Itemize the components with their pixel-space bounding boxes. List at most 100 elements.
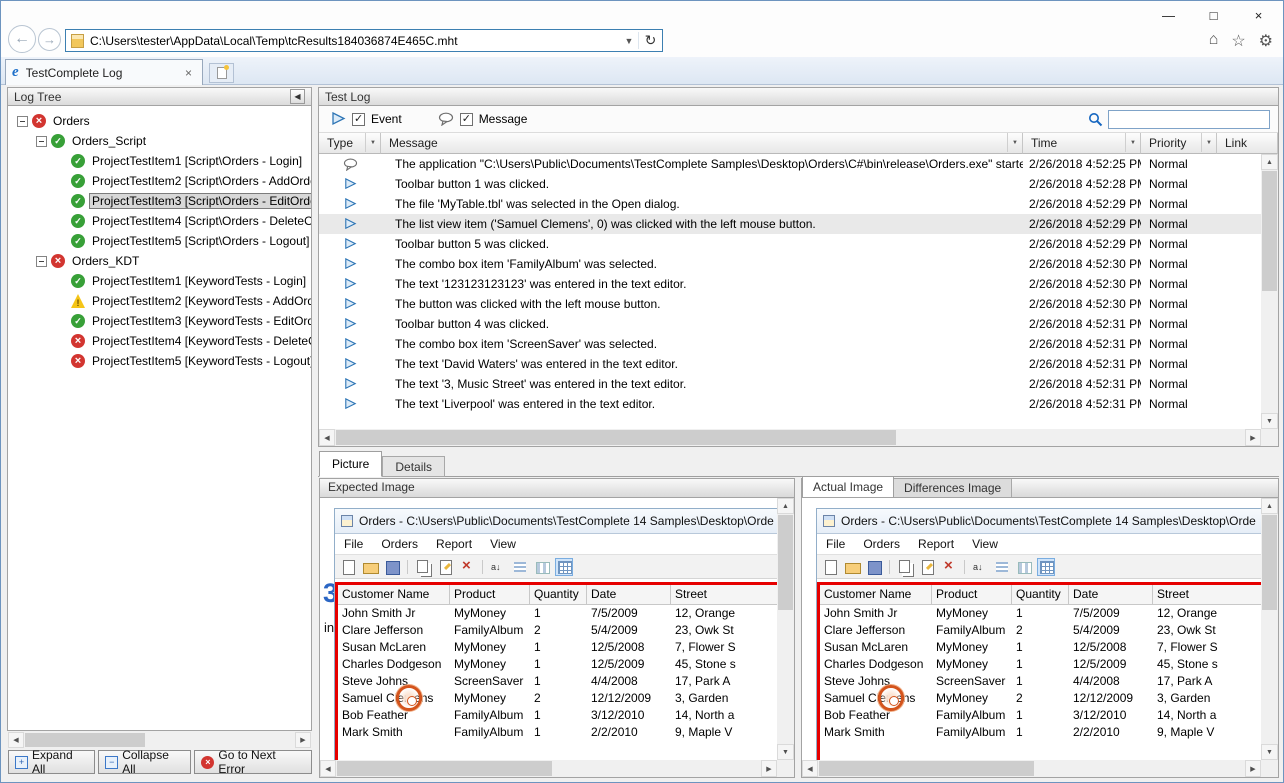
tab-actual-image[interactable]: Actual Image xyxy=(802,477,894,497)
col-date: Date xyxy=(1069,585,1153,604)
log-row[interactable]: The combo box item 'ScreenSaver' was sel… xyxy=(319,334,1261,354)
scroll-left-arrow[interactable]: ◀ xyxy=(319,429,335,446)
log-row[interactable]: The text '123123123123' was entered in t… xyxy=(319,274,1261,294)
collapse-panel-button[interactable]: ◀ xyxy=(290,89,305,104)
test-log-vscrollbar[interactable]: ▲ ▼ xyxy=(1261,154,1278,429)
tree-item[interactable]: ProjectTestItem5 [KeywordTests - Logout] xyxy=(8,351,311,371)
tree-item[interactable]: ProjectTestItem2 [KeywordTests - AddOrde… xyxy=(8,291,311,311)
collapse-all-button[interactable]: − Collapse All xyxy=(98,750,191,774)
maximize-button[interactable]: □ xyxy=(1191,2,1236,29)
test-log-hscrollbar[interactable]: ◀ ▶ xyxy=(319,429,1261,446)
expected-image-vscrollbar[interactable]: ▲ ▼ xyxy=(777,498,794,760)
log-row[interactable]: The text '3, Music Street' was entered i… xyxy=(319,374,1261,394)
actual-image-hscrollbar[interactable]: ◀ ▶ xyxy=(802,760,1261,777)
toolbar-separator xyxy=(889,560,890,574)
log-row-time: 2/26/2018 4:52:25 PM xyxy=(1023,157,1141,171)
scroll-down-arrow[interactable]: ▼ xyxy=(1261,413,1278,429)
log-row[interactable]: The file 'MyTable.tbl' was selected in t… xyxy=(319,194,1261,214)
scroll-up-arrow[interactable]: ▲ xyxy=(1261,154,1278,170)
tree-item[interactable]: Orders_Script xyxy=(8,131,311,151)
column-header-message[interactable]: Message▼ xyxy=(381,133,1023,154)
expand-all-button[interactable]: + Expand All xyxy=(8,750,95,774)
log-row[interactable]: The application "C:\Users\Public\Documen… xyxy=(319,154,1261,174)
scroll-down-arrow[interactable]: ▼ xyxy=(777,744,794,760)
scroll-right-arrow[interactable]: ▶ xyxy=(1245,429,1261,446)
log-row[interactable]: The button was clicked with the left mou… xyxy=(319,294,1261,314)
scroll-right-arrow[interactable]: ▶ xyxy=(761,760,777,777)
minimize-button[interactable]: — xyxy=(1146,2,1191,29)
log-row[interactable]: The combo box item 'FamilyAlbum' was sel… xyxy=(319,254,1261,274)
tree-expand-toggle[interactable] xyxy=(36,136,47,147)
scroll-thumb[interactable] xyxy=(337,761,552,776)
log-row[interactable]: The list view item ('Samuel Clemens', 0)… xyxy=(319,214,1261,234)
picture-grid-rows: John Smith Jr MyMoney 1 7/5/2009 12, Ora… xyxy=(820,605,1261,741)
scroll-thumb[interactable] xyxy=(1262,515,1277,610)
picture-menu-report: Report xyxy=(909,537,963,551)
filter-dropdown-icon[interactable]: ▼ xyxy=(365,133,380,152)
filter-dropdown-icon[interactable]: ▼ xyxy=(1125,133,1140,152)
home-icon[interactable]: ⌂ xyxy=(1209,31,1219,51)
tree-item[interactable]: ProjectTestItem5 [Script\Orders - Logout… xyxy=(8,231,311,251)
expected-image-hscrollbar[interactable]: ◀ ▶ xyxy=(320,760,777,777)
tab-picture[interactable]: Picture xyxy=(319,451,382,477)
back-button[interactable]: ← xyxy=(8,25,36,53)
scroll-up-arrow[interactable]: ▲ xyxy=(777,498,794,514)
scroll-thumb[interactable] xyxy=(1262,171,1277,291)
log-row[interactable]: The text 'David Waters' was entered in t… xyxy=(319,354,1261,374)
tree-item[interactable]: Orders_KDT xyxy=(8,251,311,271)
tree-item[interactable]: ProjectTestItem1 [KeywordTests - Login] xyxy=(8,271,311,291)
tab-differences-image[interactable]: Differences Image xyxy=(894,479,1012,497)
refresh-icon[interactable]: ↻ xyxy=(638,32,662,49)
tab-close-icon[interactable]: × xyxy=(181,65,196,81)
log-row[interactable]: The text 'Liverpool' was entered in the … xyxy=(319,394,1261,414)
message-filter-checkbox[interactable] xyxy=(460,113,473,126)
tree-item[interactable]: ProjectTestItem4 [KeywordTests - DeleteO… xyxy=(8,331,311,351)
scroll-down-arrow[interactable]: ▼ xyxy=(1261,744,1278,760)
address-bar[interactable]: C:\Users\tester\AppData\Local\Temp\tcRes… xyxy=(65,29,663,52)
column-header-time[interactable]: Time▼ xyxy=(1023,133,1141,154)
favorites-star-icon[interactable]: ☆ xyxy=(1231,31,1245,51)
log-tree-hscrollbar[interactable]: ◀ ▶ xyxy=(8,732,311,748)
scroll-up-arrow[interactable]: ▲ xyxy=(1261,498,1278,514)
log-row[interactable]: Toolbar button 1 was clicked. 2/26/2018 … xyxy=(319,174,1261,194)
go-to-next-error-button[interactable]: × Go to Next Error xyxy=(194,750,312,774)
column-header-type[interactable]: Type▼ xyxy=(319,133,381,154)
search-input[interactable] xyxy=(1108,110,1270,129)
event-filter-checkbox[interactable] xyxy=(352,113,365,126)
address-dropdown-icon[interactable]: ▼ xyxy=(620,36,638,46)
tree-expand-toggle[interactable] xyxy=(36,256,47,267)
tab-details[interactable]: Details xyxy=(382,456,445,477)
tree-item[interactable]: Orders xyxy=(8,111,311,131)
scroll-thumb[interactable] xyxy=(778,515,793,610)
tree-item[interactable]: ProjectTestItem1 [Script\Orders - Login] xyxy=(8,151,311,171)
filter-dropdown-icon[interactable]: ▼ xyxy=(1007,133,1022,152)
tree-item[interactable]: ProjectTestItem2 [Script\Orders - AddOrd… xyxy=(8,171,311,191)
scroll-right-arrow[interactable]: ▶ xyxy=(295,732,311,748)
tree-item[interactable]: ProjectTestItem3 [Script\Orders - EditOr… xyxy=(8,191,311,211)
url-text[interactable]: C:\Users\tester\AppData\Local\Temp\tcRes… xyxy=(90,34,620,48)
log-row-message: The combo box item 'ScreenSaver' was sel… xyxy=(381,337,1023,351)
new-tab-button[interactable] xyxy=(209,63,234,83)
close-button[interactable]: × xyxy=(1236,2,1281,29)
scroll-left-arrow[interactable]: ◀ xyxy=(320,760,336,777)
tree-item-label: ProjectTestItem5 [Script\Orders - Logout… xyxy=(89,233,312,249)
scroll-thumb[interactable] xyxy=(819,761,1034,776)
column-header-priority[interactable]: Priority▼ xyxy=(1141,133,1217,154)
scroll-right-arrow[interactable]: ▶ xyxy=(1245,760,1261,777)
forward-button[interactable]: → xyxy=(38,28,61,51)
tree-item[interactable]: ProjectTestItem3 [KeywordTests - EditOrd… xyxy=(8,311,311,331)
actual-image-vscrollbar[interactable]: ▲ ▼ xyxy=(1261,498,1278,760)
scroll-left-arrow[interactable]: ◀ xyxy=(8,732,24,748)
scroll-thumb[interactable] xyxy=(25,733,145,747)
filter-dropdown-icon[interactable]: ▼ xyxy=(1201,133,1216,152)
log-row[interactable]: Toolbar button 4 was clicked. 2/26/2018 … xyxy=(319,314,1261,334)
browser-tab[interactable]: e TestComplete Log × xyxy=(5,59,203,85)
column-header-link[interactable]: Link xyxy=(1217,133,1278,154)
scroll-thumb[interactable] xyxy=(336,430,896,445)
scroll-left-arrow[interactable]: ◀ xyxy=(802,760,818,777)
tree-expand-toggle[interactable] xyxy=(17,116,28,127)
settings-gear-icon[interactable]: ⚙ xyxy=(1259,31,1273,51)
tree-item[interactable]: ProjectTestItem4 [Script\Orders - Delete… xyxy=(8,211,311,231)
delete-icon xyxy=(459,559,475,575)
log-row[interactable]: Toolbar button 5 was clicked. 2/26/2018 … xyxy=(319,234,1261,254)
